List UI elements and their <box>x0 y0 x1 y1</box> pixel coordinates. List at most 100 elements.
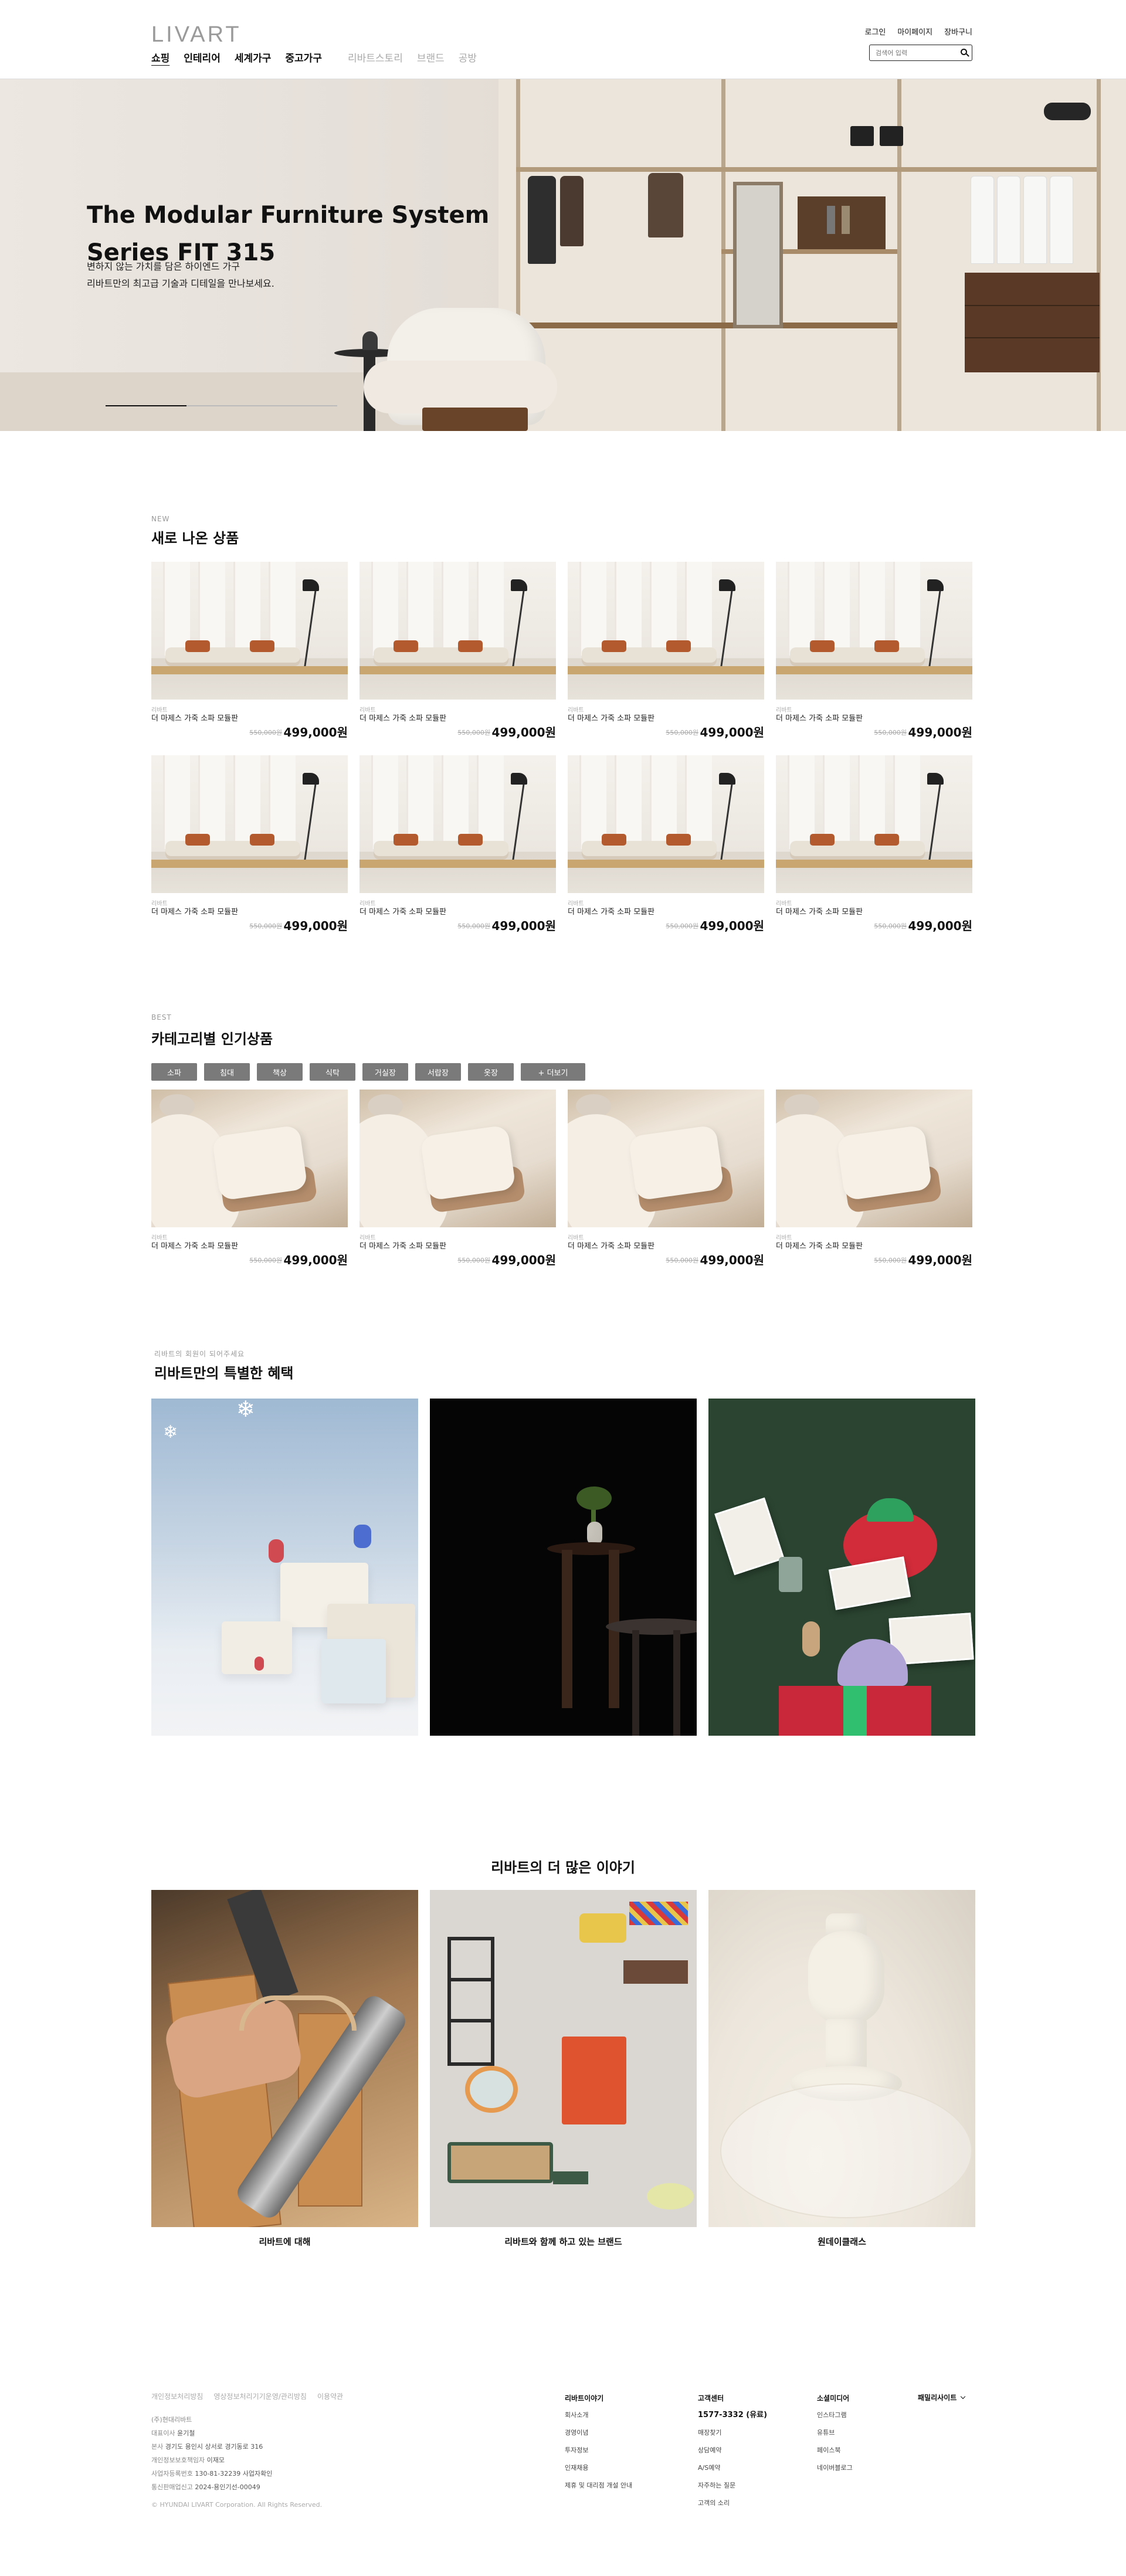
product-card[interactable]: 리바트 더 마제스 가죽 소파 모듈판 550,000원 499,000원 <box>359 1090 556 1283</box>
category-tab[interactable]: 소파 <box>151 1063 197 1081</box>
product-card[interactable]: 리바트 더 마제스 가죽 소파 모듈판 550,000원 499,000원 <box>776 755 972 949</box>
product-card[interactable]: 리바트 더 마제스 가죽 소파 모듈판 550,000원 499,000원 <box>568 1090 764 1283</box>
privacy-policy-link[interactable]: 개인정보처리방침 <box>151 2391 203 2401</box>
footer-link[interactable]: 유튜브 <box>817 2424 853 2442</box>
cctv-policy-link[interactable]: 영상정보처리기기운영/관리방침 <box>213 2391 307 2401</box>
nav-world-furniture[interactable]: 세계가구 <box>235 50 272 65</box>
category-tab[interactable]: 식탁 <box>310 1063 355 1081</box>
story-card-brands[interactable] <box>430 1890 697 2227</box>
category-tab[interactable]: 책상 <box>257 1063 303 1081</box>
nav-interior[interactable]: 인테리어 <box>184 50 221 65</box>
benefit-card-gift[interactable] <box>708 1399 975 1736</box>
product-card[interactable]: 리바트 더 마제스 가죽 소파 모듈판 550,000원 499,000원 <box>151 1090 348 1283</box>
benefit-card-winter[interactable]: ❄ ❄ <box>151 1399 418 1736</box>
more-categories-button[interactable]: + 더보기 <box>521 1063 585 1081</box>
category-tab[interactable]: 거실장 <box>362 1063 408 1081</box>
hero-subtitle-line2: 리바트만의 최고급 기술과 디테일을 만나보세요. <box>87 278 274 289</box>
sale-price: 499,000원 <box>908 919 973 933</box>
product-name[interactable]: 더 마제스 가죽 소파 모듈판 <box>776 905 863 917</box>
product-image[interactable] <box>359 755 556 893</box>
product-card[interactable]: 리바트 더 마제스 가죽 소파 모듈판 550,000원 499,000원 <box>151 562 348 755</box>
category-tab[interactable]: 서랍장 <box>415 1063 461 1081</box>
story-label-oneday-class[interactable]: 원데이클래스 <box>708 2235 975 2248</box>
product-card[interactable]: 리바트 더 마제스 가죽 소파 모듈판 550,000원 499,000원 <box>359 562 556 755</box>
category-tab[interactable]: 옷장 <box>468 1063 514 1081</box>
footer-link[interactable]: 자주하는 질문 <box>698 2477 767 2494</box>
original-price: 550,000원 <box>457 729 490 737</box>
product-name[interactable]: 더 마제스 가죽 소파 모듈판 <box>359 712 446 723</box>
story-card-oneday-class[interactable] <box>708 1890 975 2227</box>
footer-link[interactable]: 경영이념 <box>565 2424 632 2442</box>
hero-subtitle: 변하지 않는 가치를 담은 하이엔드 가구 리바트만의 최고급 기술과 디테일을… <box>87 258 380 292</box>
product-card[interactable]: 리바트 더 마제스 가죽 소파 모듈판 550,000원 499,000원 <box>776 562 972 755</box>
terms-link[interactable]: 이용약관 <box>317 2391 343 2401</box>
product-image[interactable] <box>151 1090 348 1227</box>
sale-price: 499,000원 <box>283 919 348 933</box>
footer-link[interactable]: 인재채용 <box>565 2459 632 2477</box>
mypage-link[interactable]: 마이페이지 <box>897 26 932 37</box>
footer-link[interactable]: 상담예약 <box>698 2442 767 2459</box>
footer-col-story: 리바트이야기 회사소개 경영이념 투자정보 인재채용 제휴 및 대리점 개설 안내 <box>565 2392 632 2494</box>
footer-link[interactable]: 회사소개 <box>565 2407 632 2424</box>
hero-progress-fill <box>106 405 187 406</box>
sale-price: 499,000원 <box>908 1253 973 1267</box>
benefit-card-dark-table[interactable] <box>430 1399 697 1736</box>
cart-link[interactable]: 장바구니 <box>944 26 972 37</box>
search-icon[interactable] <box>961 49 967 55</box>
new-section-title: 새로 나온 상품 <box>151 530 239 547</box>
footer-link[interactable]: 매장찾기 <box>698 2424 767 2442</box>
livart-logo[interactable]: LIVART <box>151 22 242 47</box>
product-image[interactable] <box>776 755 972 893</box>
utility-menu: 로그인 마이페이지 장바구니 <box>864 26 972 37</box>
product-image[interactable] <box>568 755 764 893</box>
footer-link[interactable]: 페이스북 <box>817 2442 853 2459</box>
footer-link[interactable]: 고객의 소리 <box>698 2494 767 2512</box>
footer-col-title: 고객센터 <box>698 2394 724 2402</box>
product-name[interactable]: 더 마제스 가죽 소파 모듈판 <box>359 1240 446 1251</box>
product-name[interactable]: 더 마제스 가죽 소파 모듈판 <box>776 712 863 723</box>
product-image[interactable] <box>151 755 348 893</box>
product-image[interactable] <box>776 1090 972 1227</box>
login-link[interactable]: 로그인 <box>864 26 886 37</box>
story-label-about[interactable]: 리바트에 대해 <box>151 2235 418 2248</box>
product-name[interactable]: 더 마제스 가죽 소파 모듈판 <box>151 712 238 723</box>
product-card[interactable]: 리바트 더 마제스 가죽 소파 모듈판 550,000원 499,000원 <box>568 562 764 755</box>
product-card[interactable]: 리바트 더 마제스 가죽 소파 모듈판 550,000원 499,000원 <box>568 755 764 949</box>
footer-link[interactable]: 인스타그램 <box>817 2407 853 2424</box>
original-price: 550,000원 <box>249 729 282 737</box>
product-name[interactable]: 더 마제스 가죽 소파 모듈판 <box>568 712 654 723</box>
product-name[interactable]: 더 마제스 가죽 소파 모듈판 <box>776 1240 863 1251</box>
nav-brand[interactable]: 브랜드 <box>417 50 445 65</box>
product-card[interactable]: 리바트 더 마제스 가죽 소파 모듈판 550,000원 499,000원 <box>151 755 348 949</box>
search-input[interactable] <box>870 45 952 60</box>
product-card[interactable]: 리바트 더 마제스 가죽 소파 모듈판 550,000원 499,000원 <box>359 755 556 949</box>
footer-link[interactable]: 네이버블로그 <box>817 2459 853 2477</box>
hero-banner[interactable]: The Modular Furniture System Series FIT … <box>0 79 1126 431</box>
hero-slide-progress[interactable] <box>106 405 337 406</box>
product-image[interactable] <box>359 1090 556 1227</box>
nav-used-furniture[interactable]: 중고가구 <box>285 50 322 65</box>
nav-workshop[interactable]: 공방 <box>459 50 477 65</box>
cs-phone[interactable]: 1577-3332 (유료) <box>698 2407 767 2424</box>
product-card[interactable]: 리바트 더 마제스 가죽 소파 모듈판 550,000원 499,000원 <box>776 1090 972 1283</box>
product-name[interactable]: 더 마제스 가죽 소파 모듈판 <box>568 1240 654 1251</box>
product-image[interactable] <box>568 562 764 700</box>
nav-shopping[interactable]: 쇼핑 <box>151 50 169 65</box>
footer-link[interactable]: 투자정보 <box>565 2442 632 2459</box>
product-name[interactable]: 더 마제스 가죽 소파 모듈판 <box>568 905 654 917</box>
product-name[interactable]: 더 마제스 가죽 소파 모듈판 <box>151 905 238 917</box>
product-name[interactable]: 더 마제스 가죽 소파 모듈판 <box>151 1240 238 1251</box>
footer-link[interactable]: 제휴 및 대리점 개설 안내 <box>565 2477 632 2494</box>
product-image[interactable] <box>568 1090 764 1227</box>
nav-livart-story[interactable]: 리바트스토리 <box>348 50 403 65</box>
footer-link[interactable]: A/S예약 <box>698 2459 767 2477</box>
product-name[interactable]: 더 마제스 가죽 소파 모듈판 <box>359 905 446 917</box>
family-site-select[interactable]: 패밀리사이트 <box>918 2392 966 2402</box>
story-label-brands[interactable]: 리바트와 함께 하고 있는 브랜드 <box>430 2235 697 2248</box>
product-image[interactable] <box>776 562 972 700</box>
story-card-about[interactable] <box>151 1890 418 2227</box>
original-price: 550,000원 <box>249 1257 282 1264</box>
product-image[interactable] <box>359 562 556 700</box>
category-tab[interactable]: 침대 <box>204 1063 250 1081</box>
product-image[interactable] <box>151 562 348 700</box>
